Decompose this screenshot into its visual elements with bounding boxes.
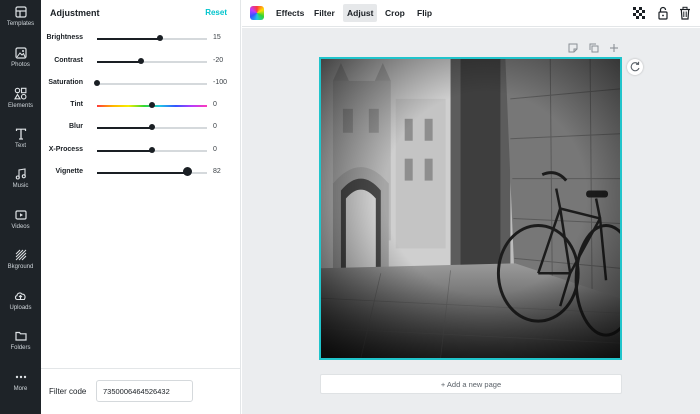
slider-fill	[97, 61, 141, 63]
add-icon[interactable]	[609, 42, 619, 54]
color-picker-icon[interactable]	[250, 6, 264, 20]
sidebar-item-templates[interactable]: Templates	[0, 6, 41, 44]
slider-brightness: Brightness 15	[41, 32, 241, 46]
sidebar-item-folders[interactable]: Folders	[0, 330, 41, 368]
slider-handle[interactable]	[149, 102, 155, 108]
sidebar-item-label: Videos	[11, 224, 30, 230]
sidebar-item-label: Text	[14, 143, 26, 149]
sidebar-item-label: Uploads	[9, 305, 32, 311]
editor-sidebar: Templates Photos Elements Text Music Vid…	[0, 0, 41, 414]
sidebar-item-more[interactable]: More	[0, 371, 41, 409]
slider-handle[interactable]	[149, 147, 155, 153]
sidebar-item-elements[interactable]: Elements	[0, 87, 41, 125]
slider-handle[interactable]	[157, 35, 164, 41]
add-new-page-button[interactable]: + Add a new page	[320, 374, 622, 394]
folders-icon	[14, 331, 27, 341]
slider-track[interactable]	[97, 61, 207, 63]
slider-track[interactable]	[97, 83, 207, 85]
sidebar-item-label: Templates	[6, 21, 35, 27]
reset-button[interactable]: Reset	[205, 8, 227, 17]
text-icon	[15, 128, 26, 140]
slider-value: -20	[213, 57, 224, 64]
adjustment-panel: Adjustment Reset Brightness 15 Contrast …	[41, 0, 241, 414]
sidebar-item-label: Bkground	[7, 264, 34, 270]
panel-title: Adjustment	[50, 8, 100, 18]
slider-label: Brightness	[46, 34, 83, 41]
slider-x-process: X-Process 0	[41, 144, 241, 158]
sidebar-item-label: Music	[12, 183, 29, 189]
slider-handle[interactable]	[94, 80, 100, 86]
selected-photo[interactable]	[319, 57, 622, 360]
rotate-icon	[630, 61, 640, 72]
slider-label: Saturation	[48, 79, 83, 86]
slider-label: Vignette	[55, 168, 84, 175]
sidebar-item-label: More	[13, 386, 28, 392]
tab-crop[interactable]: Crop	[381, 4, 409, 22]
sidebar-item-background[interactable]: Bkground	[0, 249, 41, 287]
slider-fill	[97, 150, 152, 152]
slider-label: X-Process	[48, 146, 83, 153]
trash-icon[interactable]	[678, 6, 692, 20]
slider-blur: Blur 0	[41, 121, 241, 135]
slider-label: Contrast	[54, 57, 83, 64]
slider-tint: Tint 0	[41, 99, 241, 113]
duplicate-icon[interactable]	[589, 42, 599, 54]
bicycle-courtyard-photo	[321, 59, 620, 358]
slider-fill	[97, 172, 188, 174]
lock-icon[interactable]	[656, 6, 670, 20]
slider-track[interactable]	[97, 38, 207, 40]
sidebar-item-photos[interactable]: Photos	[0, 47, 41, 85]
background-icon	[15, 249, 26, 261]
sidebar-item-label: Elements	[7, 103, 33, 109]
uploads-icon	[14, 292, 26, 301]
transparency-icon[interactable]	[632, 6, 646, 20]
sidebar-item-music[interactable]: Music	[0, 168, 41, 206]
rotate-button[interactable]	[627, 59, 643, 75]
tab-filter[interactable]: Filter	[310, 4, 339, 22]
slider-fill	[97, 127, 152, 129]
sidebar-item-uploads[interactable]: Uploads	[0, 290, 41, 328]
tab-effects[interactable]: Effects	[272, 4, 308, 22]
elements-icon	[14, 87, 27, 100]
photos-icon	[14, 47, 27, 59]
slider-value: -100	[213, 79, 228, 86]
slider-fill	[97, 38, 161, 40]
sidebar-item-videos[interactable]: Videos	[0, 209, 41, 247]
slider-contrast: Contrast -20	[41, 55, 241, 69]
filter-code-field[interactable]	[96, 380, 193, 402]
slider-label: Tint	[70, 101, 83, 108]
tab-adjust[interactable]: Adjust	[343, 4, 378, 22]
slider-value: 82	[213, 168, 221, 175]
filter-code-label: Filter code	[49, 387, 87, 396]
image-toolbar: Effects Filter Adjust Crop Flip	[242, 0, 700, 27]
sidebar-item-text[interactable]: Text	[0, 128, 41, 166]
filter-code-section: Filter code	[41, 368, 241, 414]
slider-handle[interactable]	[183, 167, 193, 176]
music-icon	[15, 168, 26, 180]
slider-label: Blur	[69, 123, 83, 130]
slider-value: 0	[213, 146, 217, 153]
sidebar-item-label: Photos	[11, 62, 30, 68]
templates-icon	[14, 6, 27, 18]
slider-value: 0	[213, 123, 217, 130]
tab-flip[interactable]: Flip	[413, 4, 436, 22]
slider-value: 15	[213, 34, 221, 41]
slider-vignette: Vignette 82	[41, 166, 241, 180]
note-icon[interactable]	[568, 42, 578, 54]
more-icon	[15, 375, 26, 379]
sidebar-item-label: Folders	[10, 345, 31, 351]
slider-value: 0	[213, 101, 217, 108]
slider-handle[interactable]	[138, 58, 144, 64]
slider-saturation: Saturation -100	[41, 77, 241, 91]
slider-handle[interactable]	[149, 124, 155, 130]
videos-icon	[14, 210, 27, 220]
